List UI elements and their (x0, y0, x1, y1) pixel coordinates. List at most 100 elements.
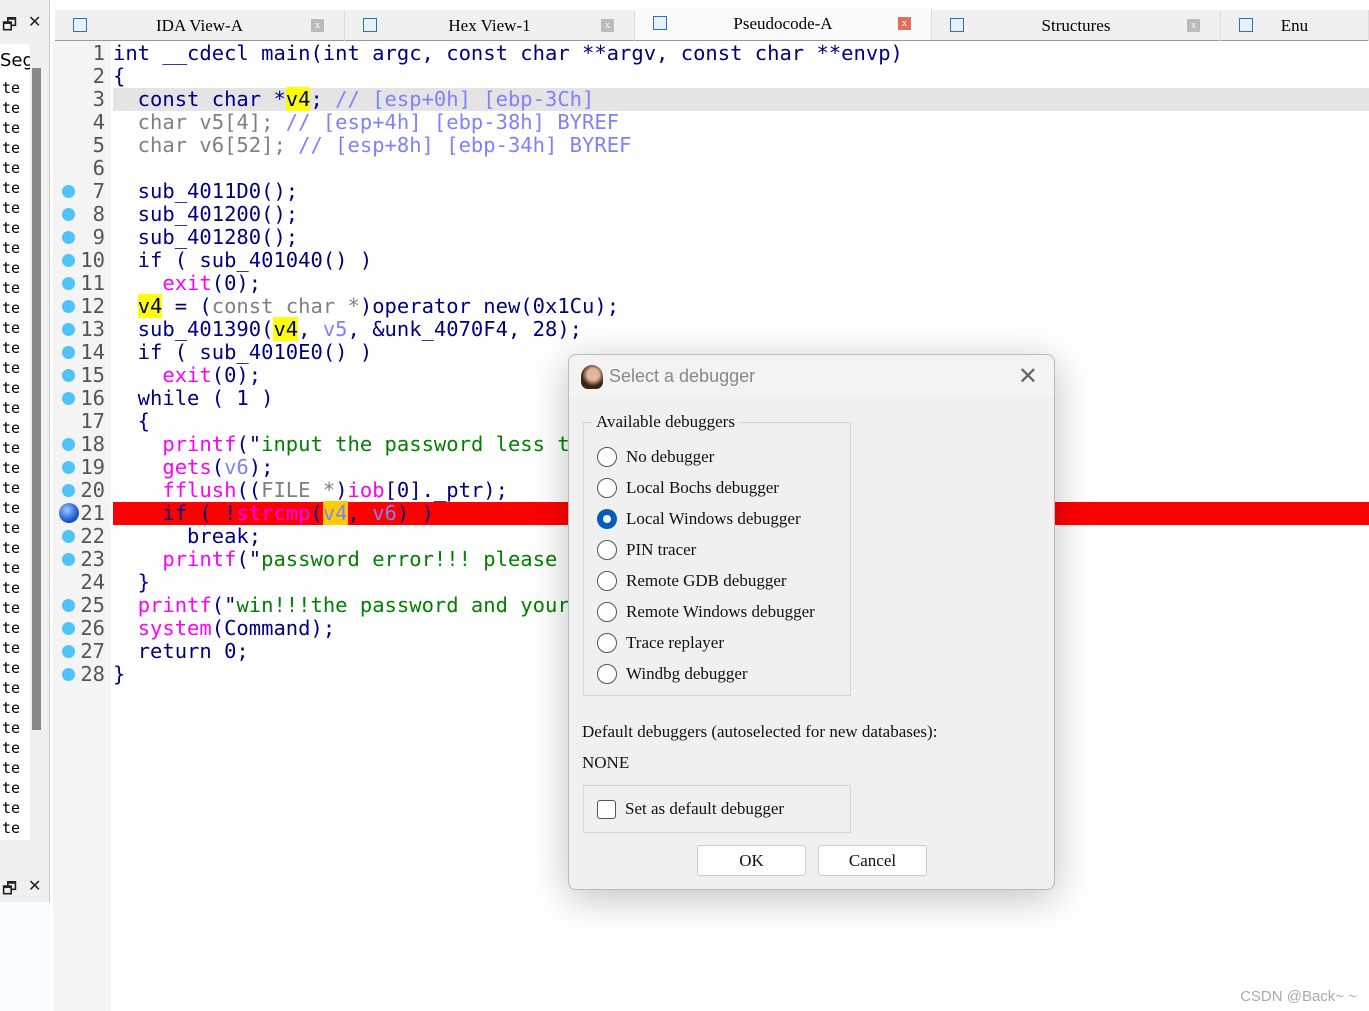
code-line[interactable]: 1 int __cdecl main(int argc, const char *… (0, 42, 1369, 65)
ok-button[interactable]: OK (697, 845, 806, 876)
code-token: fflush (162, 478, 237, 502)
segment-row[interactable]: te (0, 718, 30, 738)
code-line[interactable]: 8 sub_401200(); (0, 203, 1369, 226)
radio-button[interactable] (597, 478, 617, 498)
radio-pin-tracer[interactable]: PIN tracer (597, 538, 696, 562)
breakpoint-slot-icon[interactable] (62, 254, 75, 267)
code-line[interactable]: 4 char v5[4]; // [esp+4h] [ebp-38h] BYRE… (0, 111, 1369, 134)
code-token: (" (211, 593, 237, 617)
code-line[interactable]: 5 char v6[52]; // [esp+8h] [ebp-34h] BYR… (0, 134, 1369, 157)
segment-row[interactable]: te (0, 798, 30, 818)
breakpoint-icon[interactable] (59, 503, 79, 523)
line-number: 25 (80, 593, 105, 617)
checkbox-box[interactable] (597, 799, 616, 819)
segment-row[interactable]: te (0, 738, 30, 758)
code-token: (( (236, 478, 262, 502)
breakpoint-slot-icon[interactable] (62, 185, 75, 198)
code-token: printf (137, 593, 212, 617)
code-line[interactable]: 10 if ( sub_401040() ) (0, 249, 1369, 272)
set-default-checkbox[interactable]: Set as default debugger (583, 785, 851, 833)
code-token: ; (310, 87, 336, 111)
radio-button[interactable] (597, 447, 617, 467)
breakpoint-slot-icon[interactable] (62, 553, 75, 566)
ida-logo-icon (581, 365, 603, 389)
radio-no-debugger[interactable]: No debugger (597, 445, 714, 469)
code-token: sub_401200(); (113, 202, 299, 226)
breakpoint-slot-icon[interactable] (62, 392, 75, 405)
code-line[interactable]: 9 sub_401280(); (0, 226, 1369, 249)
radio-local-windows-debugger[interactable]: Local Windows debugger (597, 507, 801, 531)
segment-row[interactable]: te (0, 758, 30, 778)
tab-bar: IDA View-A x Hex View-1 x Pseudocode-A x Struc… (55, 8, 1369, 41)
code-token: const char * (211, 294, 360, 318)
code-token: { (113, 409, 151, 433)
code-line[interactable]: 12 v4 = (const char *)operator new(0x1Cu… (0, 294, 1369, 318)
radio-button[interactable] (597, 602, 617, 622)
segment-row[interactable]: te (0, 818, 30, 838)
tab-structures[interactable]: Structures x (932, 10, 1221, 41)
close-tab-icon[interactable]: x (1187, 19, 1200, 32)
radio-remote-gdb-debugger[interactable]: Remote GDB debugger (597, 569, 787, 593)
code-text: char v5[4]; // [esp+4h] [ebp-38h] BYREF (113, 111, 1369, 134)
radio-button[interactable] (597, 571, 617, 591)
close-panel-icon[interactable]: ✕ (28, 876, 41, 895)
close-panel-icon[interactable]: ✕ (28, 12, 41, 31)
line-number: 15 (80, 363, 105, 387)
cancel-button[interactable]: Cancel (818, 845, 927, 876)
tab-hex-view-1[interactable]: Hex View-1 x (345, 10, 635, 41)
close-tab-icon[interactable]: x (601, 19, 614, 32)
tab-enu[interactable]: Enu (1221, 10, 1369, 41)
code-line[interactable]: 2{ (0, 65, 1369, 88)
breakpoint-slot-icon[interactable] (62, 645, 75, 658)
breakpoint-slot-icon[interactable] (62, 599, 75, 612)
close-tab-icon[interactable]: x (311, 19, 324, 32)
code-token: char v6[52]; (113, 133, 299, 157)
breakpoint-slot-icon[interactable] (62, 208, 75, 221)
float-window-icon[interactable]: 🗗 (2, 878, 17, 905)
breakpoint-slot-icon[interactable] (62, 231, 75, 244)
code-line[interactable]: 7 sub_4011D0(); (0, 180, 1369, 203)
code-line[interactable]: 3 const char *v4; // [esp+0h] [ebp-3Ch] (0, 87, 1369, 111)
code-line[interactable]: 6 (0, 157, 1369, 180)
line-number: 26 (80, 616, 105, 640)
breakpoint-slot-icon[interactable] (62, 530, 75, 543)
code-line[interactable]: 11 exit(0); (0, 272, 1369, 295)
radio-local-bochs-debugger[interactable]: Local Bochs debugger (597, 476, 779, 500)
radio-remote-windows-debugger[interactable]: Remote Windows debugger (597, 600, 815, 624)
radio-button[interactable] (597, 664, 617, 684)
line-number: 6 (92, 156, 105, 180)
breakpoint-slot-icon[interactable] (62, 622, 75, 635)
code-token: v4 (137, 294, 163, 318)
tab-ida-view-a[interactable]: IDA View-A x (55, 10, 345, 41)
segment-row[interactable]: te (0, 698, 30, 718)
close-tab-icon[interactable]: x (898, 17, 911, 30)
code-text: exit(0); (113, 272, 1369, 295)
radio-trace-replayer[interactable]: Trace replayer (597, 631, 724, 655)
breakpoint-slot-icon[interactable] (62, 277, 75, 290)
panel-header-2: 🗗 ✕ (0, 876, 50, 902)
code-token: // [esp+8h] [ebp-34h] BYREF (298, 133, 632, 157)
breakpoint-slot-icon[interactable] (62, 484, 75, 497)
radio-button[interactable] (597, 633, 617, 653)
breakpoint-slot-icon[interactable] (62, 438, 75, 451)
float-window-icon[interactable]: 🗗 (2, 14, 17, 41)
breakpoint-slot-icon[interactable] (62, 369, 75, 382)
code-token: [0]._ptr); (384, 478, 508, 502)
radio-button[interactable] (597, 509, 617, 529)
breakpoint-slot-icon[interactable] (62, 323, 75, 336)
code-line[interactable]: 13 sub_401390(v4, v5, &unk_4070F4, 28); (0, 317, 1369, 341)
line-number: 22 (80, 524, 105, 548)
radio-windbg-debugger[interactable]: Windbg debugger (597, 662, 748, 686)
breakpoint-slot-icon[interactable] (62, 461, 75, 474)
breakpoint-slot-icon[interactable] (62, 346, 75, 359)
radio-button[interactable] (597, 540, 617, 560)
code-token: , &unk_4070F4, 28); (347, 317, 583, 341)
tab-pseudocode-a[interactable]: Pseudocode-A x (635, 8, 932, 40)
segment-row[interactable]: te (0, 778, 30, 798)
close-icon[interactable]: ✕ (1018, 363, 1038, 389)
breakpoint-slot-icon[interactable] (62, 668, 75, 681)
breakpoint-slot-icon[interactable] (62, 300, 75, 313)
